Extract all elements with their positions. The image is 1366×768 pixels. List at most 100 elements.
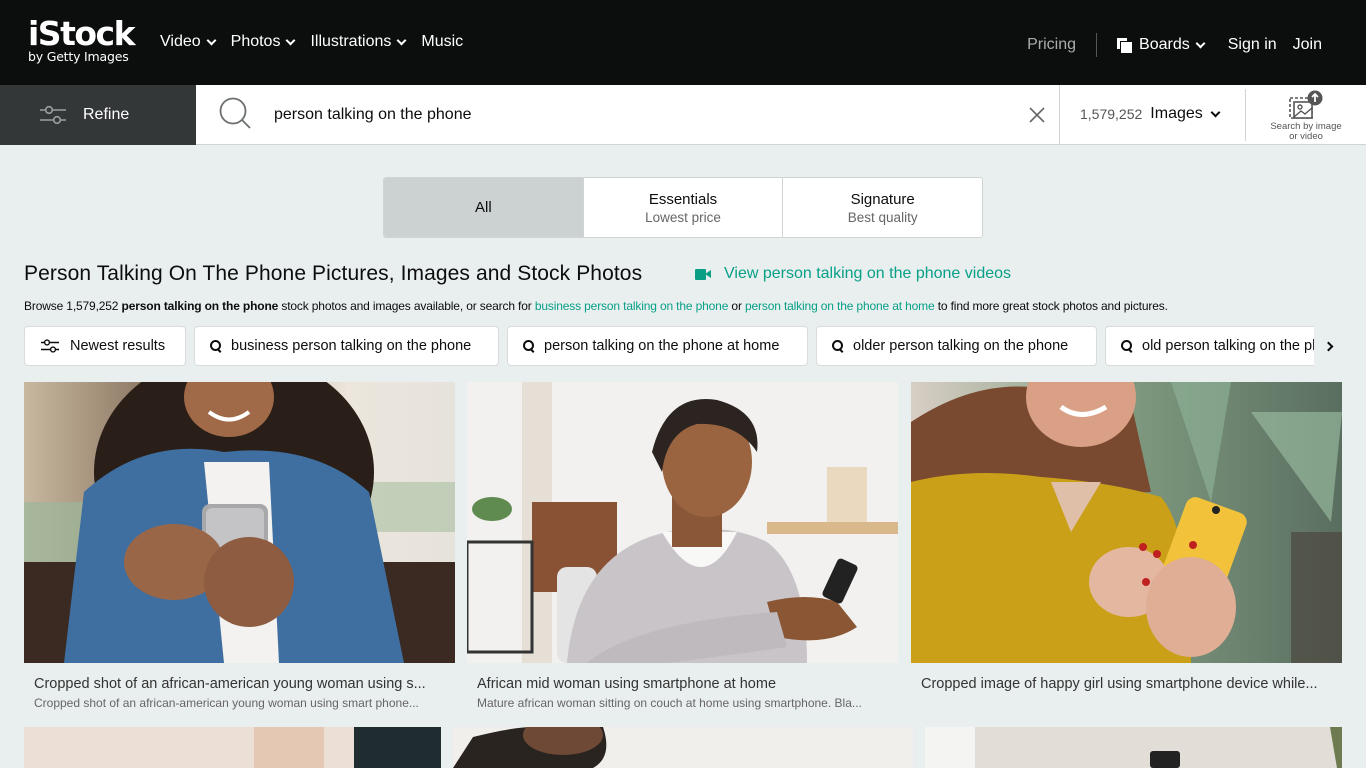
photo-thumbnail <box>453 727 913 768</box>
view-videos-link[interactable]: View person talking on the phone videos <box>695 265 1011 283</box>
result-thumbnail[interactable] <box>24 382 455 663</box>
chevron-down-icon <box>286 35 296 45</box>
result-card[interactable] <box>453 727 913 768</box>
chip-related-search[interactable]: older person talking on the phone <box>816 326 1097 366</box>
photo-thumbnail <box>925 727 1342 768</box>
result-card[interactable]: Cropped shot of an african-american youn… <box>24 382 455 714</box>
nav-music[interactable]: Music <box>421 33 463 51</box>
browse-prefix: Browse 1,579,252 <box>24 299 122 313</box>
photo-thumbnail <box>24 727 441 768</box>
result-thumbnail[interactable] <box>911 382 1342 663</box>
chip-label: old person talking on the phone <box>1142 338 1314 354</box>
sliders-icon <box>40 105 66 125</box>
boards-label: Boards <box>1139 36 1190 53</box>
chip-newest-results[interactable]: Newest results <box>24 326 186 366</box>
refine-label: Refine <box>83 106 130 123</box>
nav-photos[interactable]: Photos <box>230 33 296 51</box>
main-nav: Video Photos Illustrations Music <box>160 33 479 51</box>
view-videos-label: View person talking on the phone videos <box>724 265 1012 282</box>
result-card[interactable] <box>925 727 1342 768</box>
join-link[interactable]: Join <box>1293 36 1322 54</box>
chevron-down-icon <box>1195 38 1206 48</box>
pricing-link[interactable]: Pricing <box>1027 36 1076 54</box>
search-by-image-button[interactable]: Search by image or video <box>1246 85 1366 145</box>
photo-woman-denim-phone <box>24 382 455 663</box>
result-thumbnail[interactable] <box>24 727 441 768</box>
boards-icon <box>1117 38 1133 53</box>
result-title: African mid woman using smartphone at ho… <box>477 676 777 692</box>
tab-all[interactable]: All <box>384 178 583 237</box>
tab-essentials-subtitle: Lowest price <box>645 209 721 225</box>
chevron-down-icon <box>396 35 407 45</box>
photo-girl-yellow-phone <box>911 382 1342 663</box>
tab-essentials[interactable]: Essentials Lowest price <box>582 178 783 237</box>
result-title: Cropped image of happy girl using smartp… <box>921 676 1318 692</box>
chip-related-search[interactable]: business person talking on the phone <box>194 326 499 366</box>
nav-photos-label: Photos <box>230 33 281 50</box>
media-type-select[interactable]: 1,579,252 Images <box>1080 105 1221 123</box>
browse-suffix: to find more great stock photos and pict… <box>934 299 1168 313</box>
search-icon <box>832 339 844 353</box>
chips-scroll-right-button[interactable] <box>1318 336 1338 356</box>
tab-all-label: All <box>475 199 492 216</box>
search-icon[interactable] <box>218 96 254 132</box>
result-count: 1,579,252 <box>1080 106 1143 122</box>
sign-in-link[interactable]: Sign in <box>1228 36 1277 54</box>
search-input[interactable] <box>274 103 1014 127</box>
tab-essentials-label: Essentials <box>648 190 718 208</box>
chevron-down-icon <box>206 35 217 45</box>
nav-music-label: Music <box>421 33 464 50</box>
license-segment-control: All Essentials Lowest price Signature Be… <box>383 177 983 238</box>
account-nav: Pricing Boards Sign in Join <box>1027 33 1322 57</box>
tab-signature-label: Signature <box>850 190 915 208</box>
result-card[interactable]: Cropped image of happy girl using smartp… <box>911 382 1342 714</box>
video-camera-icon <box>695 268 711 280</box>
browse-or: or <box>728 299 745 313</box>
browse-query: person talking on the phone <box>121 299 279 313</box>
top-navigation-bar: iStock by Getty Images Video Photos Illu… <box>0 0 1366 85</box>
media-type-label: Images <box>1150 105 1203 122</box>
sliders-icon <box>41 339 59 353</box>
image-upload-icon <box>1289 90 1323 119</box>
result-description: Mature african woman sitting on couch at… <box>477 696 862 710</box>
nav-video-label: Video <box>160 33 201 50</box>
browse-middle: stock photos and images available, or se… <box>278 299 535 313</box>
boards-menu[interactable]: Boards <box>1117 36 1206 54</box>
nav-illustrations[interactable]: Illustrations <box>310 33 407 51</box>
refine-button[interactable]: Refine <box>0 85 196 145</box>
chip-label: business person talking on the phone <box>231 338 472 354</box>
related-search-link[interactable]: person talking on the phone at home <box>745 299 935 313</box>
result-title: Cropped shot of an african-american youn… <box>34 676 426 692</box>
result-thumbnail[interactable] <box>453 727 913 768</box>
page-title: Person Talking On The Phone Pictures, Im… <box>24 262 643 285</box>
logo-brand: iStock <box>28 14 136 53</box>
result-thumbnail[interactable] <box>467 382 898 663</box>
chip-related-search[interactable]: person talking on the phone at home <box>507 326 808 366</box>
result-description: Cropped shot of an african-american youn… <box>34 696 419 710</box>
related-search-link[interactable]: business person talking on the phone <box>535 299 729 313</box>
browse-description: Browse 1,579,252 person talking on the p… <box>24 299 1168 313</box>
search-bar: Refine 1,579,252 Images Search by image … <box>0 85 1366 145</box>
result-thumbnail[interactable] <box>925 727 1342 768</box>
chip-label: older person talking on the phone <box>853 338 1069 354</box>
nav-divider <box>1096 33 1098 57</box>
photo-woman-home-phone <box>467 382 898 663</box>
search-by-image-label: Search by image or video <box>1246 122 1366 142</box>
search-icon <box>210 339 222 353</box>
result-card[interactable]: African mid woman using smartphone at ho… <box>467 382 898 714</box>
nav-video[interactable]: Video <box>160 33 217 51</box>
search-icon <box>1121 339 1133 353</box>
tab-signature[interactable]: Signature Best quality <box>782 178 982 237</box>
search-icon <box>523 339 535 353</box>
nav-illustrations-label: Illustrations <box>310 33 392 50</box>
istock-logo[interactable]: iStock by Getty Images <box>28 14 136 64</box>
chevron-right-icon <box>1323 341 1333 351</box>
clear-search-icon[interactable] <box>1025 103 1049 127</box>
chip-label: person talking on the phone at home <box>544 338 780 354</box>
chevron-down-icon <box>1210 107 1221 117</box>
logo-subtitle: by Getty Images <box>28 49 129 64</box>
result-card[interactable] <box>24 727 441 768</box>
chip-related-search[interactable]: old person talking on the phone <box>1105 326 1314 366</box>
search-divider <box>1059 85 1060 145</box>
tab-signature-subtitle: Best quality <box>847 209 918 225</box>
